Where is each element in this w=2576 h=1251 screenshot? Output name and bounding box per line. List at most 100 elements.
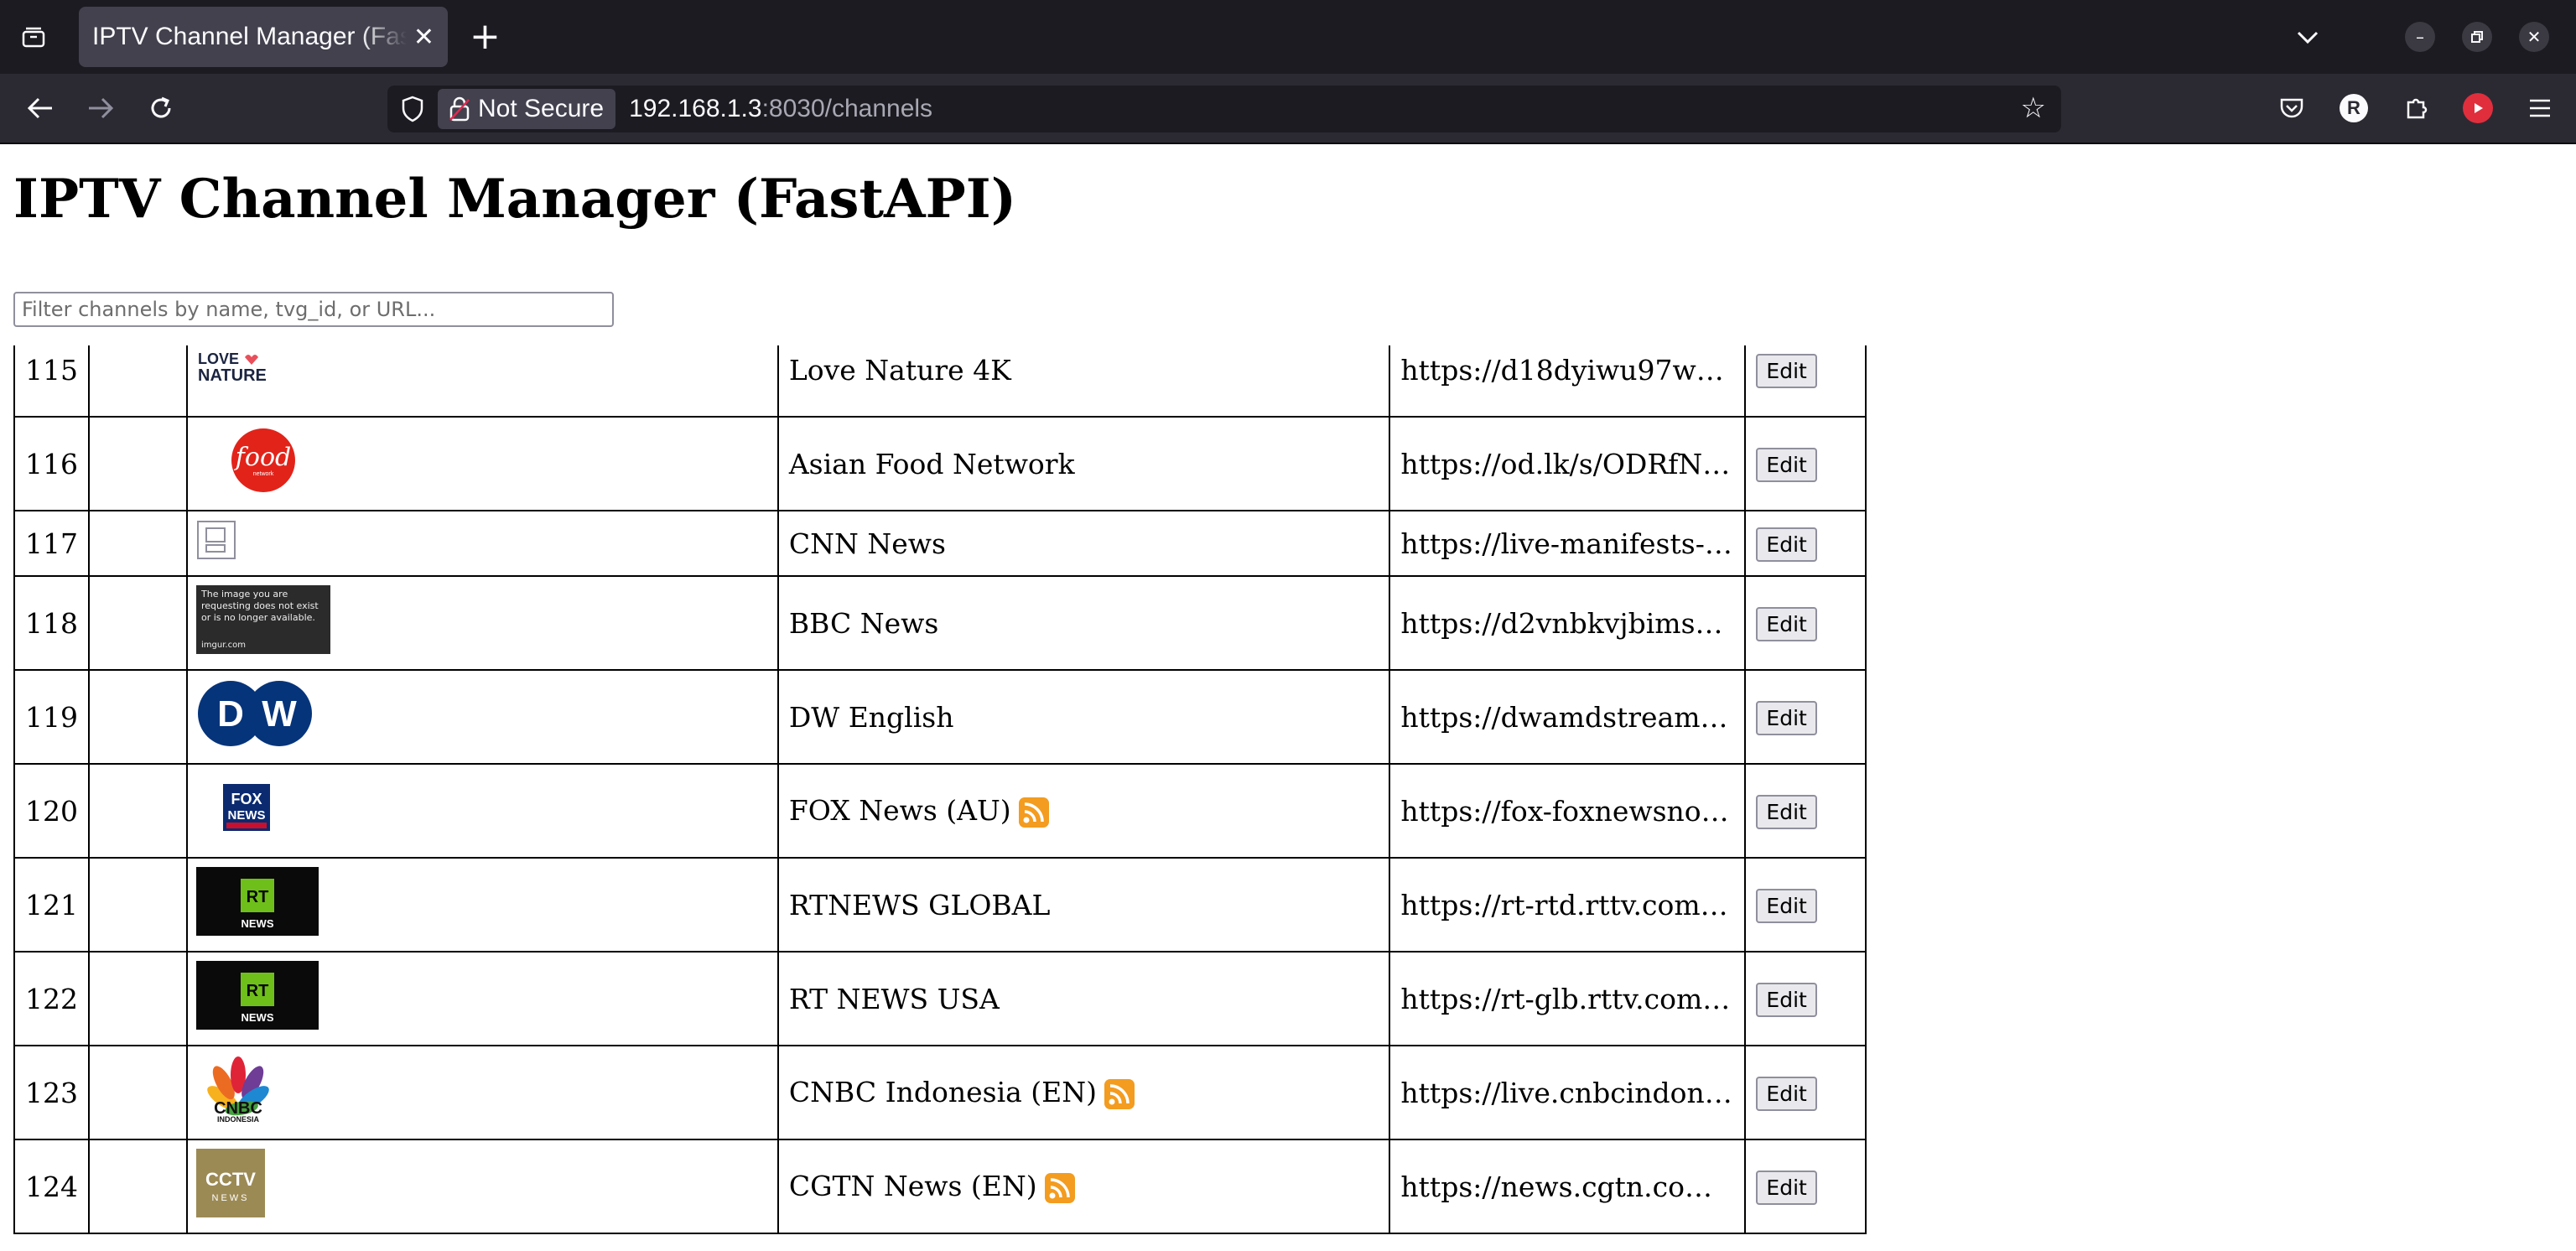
- svg-text:requesting does not exist: requesting does not exist: [201, 600, 319, 611]
- svg-text:LOVE: LOVE: [198, 350, 239, 367]
- channel-name: FOX News (AU): [788, 793, 1011, 827]
- edit-button[interactable]: Edit: [1756, 1170, 1817, 1205]
- hamburger-menu-icon[interactable]: [2509, 98, 2571, 118]
- close-window-icon[interactable]: ✕: [2519, 22, 2549, 52]
- rt-news-logo: RT NEWS: [196, 961, 319, 1030]
- channel-id: 120: [13, 763, 90, 859]
- channel-logo-cell: [186, 510, 779, 577]
- channel-row: 119 D W DW English https://dwamdstream10…: [13, 669, 1867, 765]
- channel-row: 122 RT NEWS RT NEWS USA https://rt-glb.r…: [13, 951, 1867, 1046]
- channel-tvg-id: [87, 345, 189, 418]
- svg-text:NEWS: NEWS: [228, 808, 266, 823]
- extensions-puzzle-icon[interactable]: [2385, 96, 2447, 121]
- channel-name: BBC News: [788, 606, 939, 640]
- svg-text:NATURE: NATURE: [198, 366, 267, 385]
- channel-name: CNBC Indonesia (EN): [788, 1075, 1098, 1108]
- channel-logo-cell: LOVE NATURE: [186, 345, 779, 418]
- channel-tvg-id: [87, 510, 189, 577]
- pocket-icon[interactable]: [2261, 96, 2323, 120]
- channel-url: https://dwamdstream10...: [1400, 700, 1735, 734]
- edit-button[interactable]: Edit: [1756, 888, 1817, 923]
- address-bar[interactable]: Not Secure 192.168.1.3:8030/channels ☆: [387, 86, 2061, 132]
- edit-button[interactable]: Edit: [1756, 1076, 1817, 1111]
- svg-text:INDONESIA: INDONESIA: [217, 1115, 260, 1124]
- minimize-window-icon[interactable]: –: [2405, 22, 2435, 52]
- svg-text:imgur.com: imgur.com: [201, 641, 246, 650]
- channel-tvg-id: [87, 763, 189, 859]
- channel-logo-cell: RT NEWS: [186, 951, 779, 1046]
- channel-id: 122: [13, 951, 90, 1046]
- channel-row: 118 The image you are requesting does no…: [13, 575, 1867, 671]
- food-network-logo: food network: [196, 427, 314, 494]
- edit-button[interactable]: Edit: [1756, 353, 1817, 388]
- channel-row: 124 CCTV NEWS CGTN News (EN) https://new…: [13, 1139, 1867, 1234]
- video-extension-icon[interactable]: [2447, 93, 2509, 123]
- channel-id: 119: [13, 669, 90, 765]
- channel-logo-cell: D W: [186, 669, 779, 765]
- svg-text:network: network: [253, 471, 274, 477]
- restore-window-icon[interactable]: [2462, 22, 2492, 52]
- edit-button[interactable]: Edit: [1756, 982, 1817, 1017]
- svg-text:FOX: FOX: [231, 791, 262, 807]
- imgur-missing-image: The image you are requesting does not ex…: [196, 585, 331, 654]
- channels-table-viewport[interactable]: 115 LOVE NATURE Love Nature 4K https://d…: [13, 345, 1867, 1251]
- channel-row: 120 FOX NEWS FOX News (AU) https://fox-f…: [13, 763, 1867, 859]
- svg-text:NEWS: NEWS: [242, 917, 274, 930]
- svg-text:NEWS: NEWS: [242, 1011, 274, 1024]
- channel-name: Love Nature 4K: [788, 353, 1011, 387]
- channel-url: https://news.cgtn.com/re...: [1400, 1170, 1734, 1203]
- chevron-down-icon[interactable]: [2296, 23, 2319, 52]
- channel-id: 118: [13, 575, 90, 671]
- channel-name: DW English: [788, 700, 954, 734]
- forward-arrow-icon[interactable]: [70, 78, 131, 138]
- close-tab-icon[interactable]: ✕: [413, 23, 434, 52]
- tab-strip: IPTV Channel Manager (FastAPI) ✕ + – ✕: [0, 0, 2576, 74]
- channel-row: 115 LOVE NATURE Love Nature 4K https://d…: [13, 345, 1867, 418]
- svg-text:food: food: [234, 443, 291, 472]
- not-secure-label: Not Secure: [478, 95, 605, 122]
- channel-name: CGTN News (EN): [788, 1169, 1037, 1202]
- filter-input[interactable]: [13, 292, 614, 327]
- broadcast-icon: [1044, 1172, 1075, 1203]
- channel-url: https://od.lk/s/ODRfNzIx...: [1400, 447, 1735, 480]
- svg-text:RT: RT: [247, 982, 269, 1000]
- channel-id: 116: [13, 416, 90, 511]
- channel-id: 121: [13, 857, 90, 953]
- edit-button[interactable]: Edit: [1756, 794, 1817, 829]
- svg-text:NEWS: NEWS: [212, 1193, 250, 1203]
- site-security-button[interactable]: Not Secure: [438, 89, 616, 129]
- reload-icon[interactable]: [131, 78, 191, 138]
- channel-name: RTNEWS GLOBAL: [788, 888, 1051, 921]
- navigation-toolbar: Not Secure 192.168.1.3:8030/channels ☆ R: [0, 74, 2576, 144]
- broadcast-icon: [1104, 1078, 1135, 1109]
- channel-tvg-id: [87, 1139, 189, 1234]
- channel-url: https://d18dyiwu97wm6...: [1400, 353, 1735, 387]
- page-title: IPTV Channel Manager (FastAPI): [13, 168, 1016, 231]
- url-host: 192.168.1.3: [629, 95, 762, 122]
- channel-name: RT NEWS USA: [788, 982, 1000, 1015]
- edit-button[interactable]: Edit: [1756, 700, 1817, 735]
- active-tab[interactable]: IPTV Channel Manager (FastAPI) ✕: [79, 7, 448, 67]
- channel-tvg-id: [87, 575, 189, 671]
- channel-tvg-id: [87, 669, 189, 765]
- channel-row: 123 CNBC INDONESIA CNBC Indonesia (EN) h…: [13, 1045, 1867, 1140]
- channel-logo-cell: The image you are requesting does not ex…: [186, 575, 779, 671]
- bookmark-star-icon[interactable]: ☆: [2021, 94, 2046, 122]
- channel-logo-cell: CNBC INDONESIA: [186, 1045, 779, 1140]
- tracking-protection-shield-icon[interactable]: [387, 96, 438, 122]
- edit-button[interactable]: Edit: [1756, 447, 1817, 482]
- channel-name: CNN News: [788, 527, 946, 560]
- new-tab-icon[interactable]: +: [470, 18, 501, 55]
- list-all-tabs-icon[interactable]: [0, 0, 67, 74]
- channel-url: https://live.cnbcindonesi...: [1400, 1076, 1735, 1109]
- channel-logo-cell: FOX NEWS: [186, 763, 779, 859]
- edit-button[interactable]: Edit: [1756, 527, 1817, 562]
- svg-text:CCTV: CCTV: [205, 1169, 256, 1190]
- svg-text:W: W: [262, 693, 297, 735]
- channel-tvg-id: [87, 857, 189, 953]
- back-arrow-icon[interactable]: [10, 78, 70, 138]
- svg-text:or is no longer available.: or is no longer available.: [201, 612, 315, 623]
- channel-url: https://d2vnbkvjbims7j....: [1400, 606, 1735, 640]
- profile-avatar[interactable]: R: [2323, 94, 2385, 122]
- edit-button[interactable]: Edit: [1756, 606, 1817, 641]
